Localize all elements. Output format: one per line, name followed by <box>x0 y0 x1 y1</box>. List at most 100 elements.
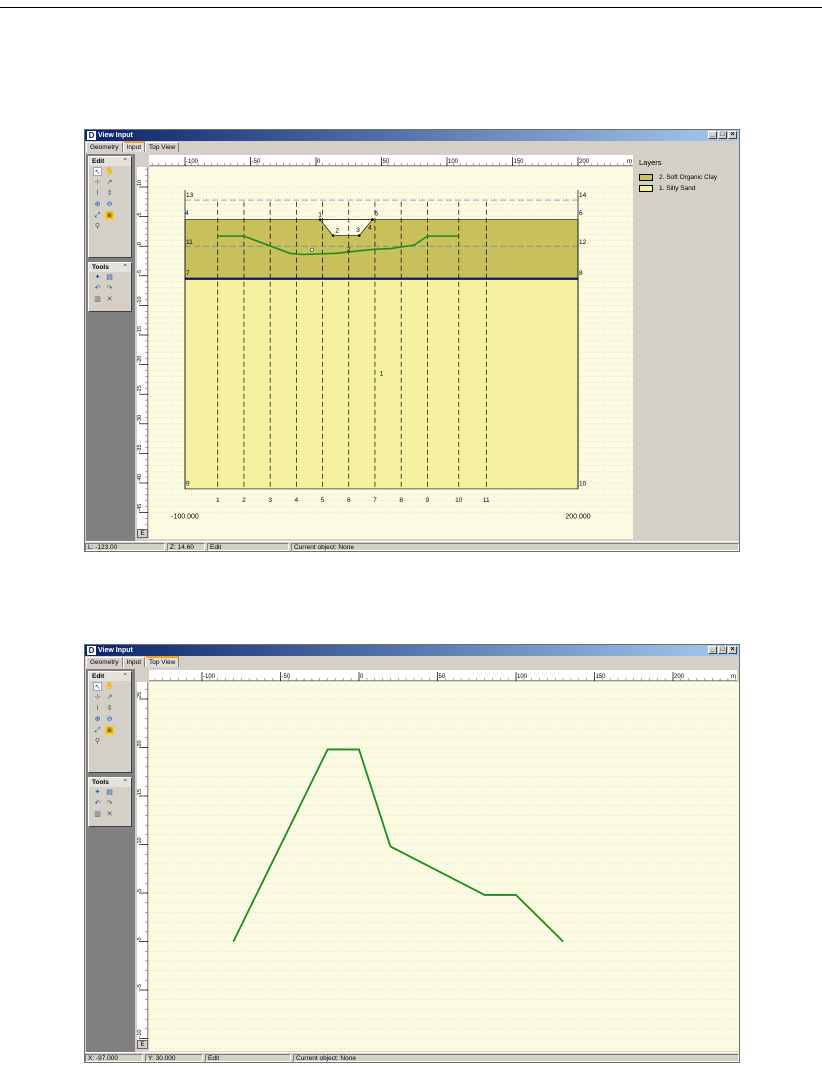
point-label: 14 <box>579 192 587 199</box>
zoom-in-icon[interactable]: ⊕ <box>93 715 102 724</box>
add-point-icon[interactable]: ⊹ <box>93 178 102 187</box>
ruler-label: 50 <box>439 674 446 680</box>
geometry-point <box>371 218 374 221</box>
ruler-label: -20 <box>137 356 143 364</box>
edit-toolbox-header[interactable]: Edit ⌃ <box>89 672 131 681</box>
zoom-rectangle-icon[interactable]: ▣ <box>105 211 114 220</box>
ruler-label: 200 <box>579 159 590 165</box>
tool-panel: Edit ⌃ ↖ ✋ ⊹ ↗ ⌇ ⇕ ⊕ ⊖ ⤢ ▣ ⚲ Tools ⌃ ✦ ▤ ↶ ↷ ▥ ✕ <box>86 154 135 541</box>
zoom-limits-icon[interactable]: ⤢ <box>93 211 102 220</box>
zoom-limits-icon[interactable]: ⤢ <box>93 726 102 735</box>
geometry-canvas[interactable]: 1 2 3 4 5 6 7 8 9 10 11 13 14 4 6 11 12 7 8 9 10 1 2 3 4 5 2 1 -100.… <box>149 167 633 539</box>
vertical-label: 5 <box>321 497 325 504</box>
status-object: Current object: None <box>291 543 739 551</box>
layer-item-silty-sand[interactable]: 1. Silty Sand <box>639 184 696 192</box>
delete-all-icon[interactable]: ▥ <box>93 295 102 304</box>
wand-icon[interactable]: ✦ <box>93 788 102 797</box>
collapse-icon[interactable]: ⌃ <box>123 778 128 787</box>
delete-all-icon[interactable]: ▥ <box>93 810 102 819</box>
point-label: 4 <box>368 225 372 232</box>
measure-icon[interactable]: ⚲ <box>93 737 102 746</box>
zoom-rectangle-icon[interactable]: ▣ <box>105 726 114 735</box>
layer-item-soft-organic-clay[interactable]: 2. Soft Organic Clay <box>639 173 717 181</box>
minimize-icon[interactable]: _ <box>708 131 717 139</box>
edit-toolbox-header[interactable]: Edit ⌃ <box>89 157 131 166</box>
status-bar: X: -97.000 Y: 30.000 Edit Current object… <box>85 1052 739 1062</box>
boundary-icon[interactable]: ⇕ <box>105 704 114 713</box>
properties-icon[interactable]: ▤ <box>105 273 114 282</box>
add-point-icon[interactable]: ⊹ <box>93 693 102 702</box>
delete-icon[interactable]: ✕ <box>105 295 114 304</box>
ruler-unit-label: m <box>731 674 736 680</box>
polyline-icon[interactable]: ⌇ <box>93 189 102 198</box>
pan-hand-icon[interactable]: ✋ <box>105 682 114 691</box>
properties-icon[interactable]: ▤ <box>105 788 114 797</box>
ruler-label: 0 <box>137 937 143 940</box>
add-line-icon[interactable]: ↗ <box>105 178 114 187</box>
point-label: 9 <box>186 480 190 487</box>
select-pointer-icon[interactable]: ↖ <box>93 682 102 691</box>
ruler-label: 10 <box>137 180 143 186</box>
tools-toolbox-header[interactable]: Tools ⌃ <box>89 263 131 272</box>
tab-input[interactable]: Input <box>122 657 146 667</box>
point-label: 11 <box>186 239 193 246</box>
vertical-label: 11 <box>483 497 490 504</box>
vertical-label: 6 <box>347 497 351 504</box>
horizontal-ruler: -100 -50 0 50 100 150 200 m <box>149 155 633 166</box>
undo-icon[interactable]: ↶ <box>93 799 102 808</box>
add-line-icon[interactable]: ↗ <box>105 693 114 702</box>
point-label: 5 <box>375 210 379 217</box>
tab-input[interactable]: Input <box>122 141 146 152</box>
tools-toolbox: Tools ⌃ ✦ ▤ ↶ ↷ ▥ ✕ <box>88 777 132 827</box>
pan-hand-icon[interactable]: ✋ <box>105 167 114 176</box>
status-mode: Edit <box>205 1054 291 1062</box>
boundary-icon[interactable]: ⇕ <box>105 189 114 198</box>
undo-icon[interactable]: ↶ <box>93 284 102 293</box>
title-bar[interactable]: D View Input _ □ × <box>85 645 739 656</box>
ruler-label: 25 <box>137 692 143 698</box>
tab-geometry[interactable]: Geometry <box>86 142 123 152</box>
title-bar[interactable]: D View Input _ □ × <box>85 130 739 141</box>
zoom-out-icon[interactable]: ⊖ <box>105 200 114 209</box>
vertical-ruler: 2520151050-5-10-15 <box>137 682 148 1042</box>
collapse-icon[interactable]: ⌃ <box>123 672 128 681</box>
tab-geometry[interactable]: Geometry <box>86 657 123 667</box>
status-y: Y: 30.000 <box>145 1054 203 1062</box>
ruler-label: -40 <box>137 474 143 482</box>
tab-strip: Geometry Input Top View <box>86 141 180 152</box>
point-label: 7 <box>186 270 190 277</box>
status-z: Z: 14.60 <box>167 543 205 551</box>
polyline-icon[interactable]: ⌇ <box>93 704 102 713</box>
close-icon[interactable]: × <box>728 646 737 654</box>
zoom-out-icon[interactable]: ⊖ <box>105 715 114 724</box>
select-pointer-icon[interactable]: ↖ <box>93 167 102 176</box>
layer-swatch <box>639 173 653 181</box>
ruler-label: 0 <box>317 159 321 165</box>
point-label: 2 <box>335 228 339 235</box>
app-logo-icon: D <box>87 646 96 655</box>
wand-icon[interactable]: ✦ <box>93 273 102 282</box>
zoom-in-icon[interactable]: ⊕ <box>93 200 102 209</box>
status-mode: Edit <box>207 543 289 551</box>
maximize-icon[interactable]: □ <box>718 646 727 654</box>
collapse-icon[interactable]: ⌃ <box>123 157 128 166</box>
collapse-icon[interactable]: ⌃ <box>123 263 128 272</box>
tools-toolbox-header[interactable]: Tools ⌃ <box>89 778 131 787</box>
redo-icon[interactable]: ↷ <box>105 284 114 293</box>
maximize-icon[interactable]: □ <box>718 131 727 139</box>
tab-top-view[interactable]: Top View <box>145 142 180 152</box>
measure-icon[interactable]: ⚲ <box>93 222 102 231</box>
tab-top-view[interactable]: Top View <box>145 656 180 667</box>
edit-toolbox: Edit ⌃ ↖ ✋ ⊹ ↗ ⌇ ⇕ ⊕ ⊖ ⤢ ▣ ⚲ <box>88 156 132 258</box>
redo-icon[interactable]: ↷ <box>105 799 114 808</box>
geometry-point <box>331 234 335 237</box>
point-label: 3 <box>356 227 360 234</box>
ruler-label: -50 <box>282 674 291 680</box>
close-icon[interactable]: × <box>728 131 737 139</box>
tab-strip: Geometry Input Top View <box>86 656 180 667</box>
layer-number-label: 1 <box>380 370 384 377</box>
status-bar: L: -123.00 Z: 14.60 Edit Current object:… <box>85 541 739 551</box>
minimize-icon[interactable]: _ <box>708 646 717 654</box>
delete-icon[interactable]: ✕ <box>105 810 114 819</box>
top-view-canvas[interactable] <box>149 682 739 1051</box>
